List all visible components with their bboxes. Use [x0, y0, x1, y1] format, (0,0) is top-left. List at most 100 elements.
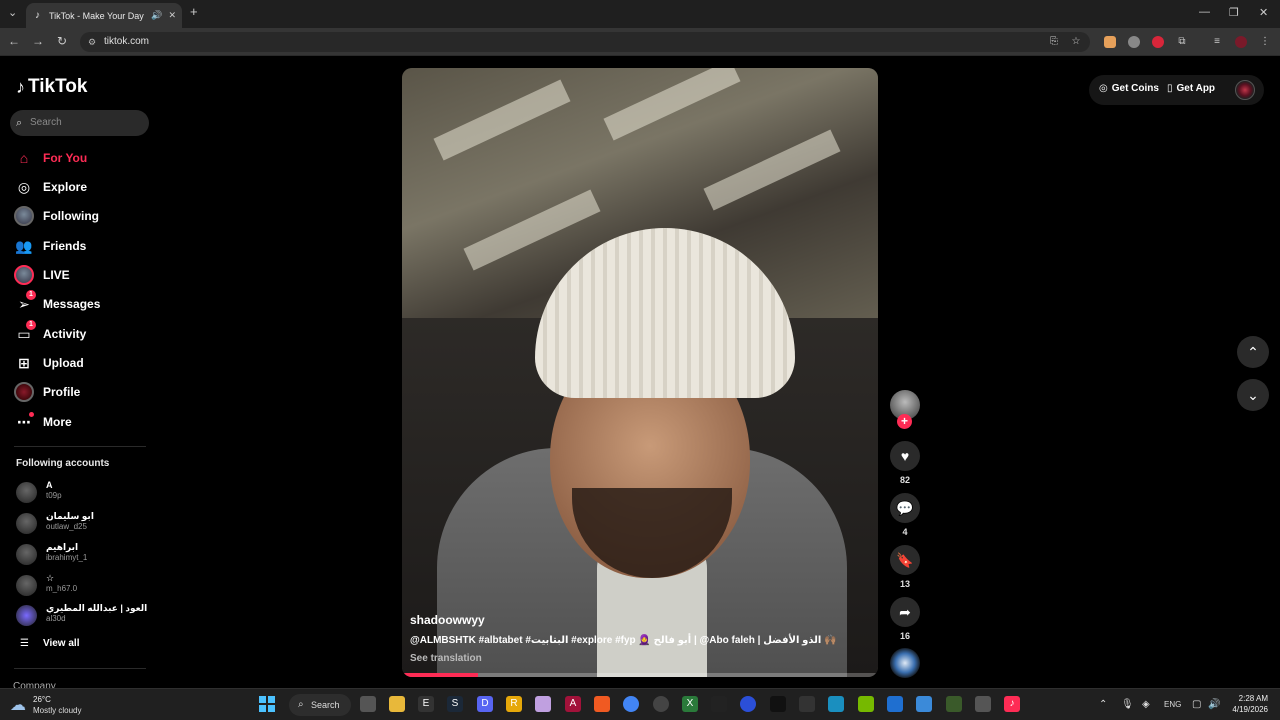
- tray-app-icon[interactable]: ◈: [1142, 699, 1150, 710]
- nav-for-you[interactable]: ⌂ For You: [14, 147, 87, 169]
- app-icon[interactable]: [975, 696, 991, 712]
- epic-games-icon[interactable]: E: [418, 696, 434, 712]
- app-icon[interactable]: [535, 696, 551, 712]
- app-icon[interactable]: [653, 696, 669, 712]
- following-account[interactable]: ابو سليمان outlaw_d25: [16, 511, 156, 539]
- tab-audio-icon[interactable]: 🔊: [151, 10, 162, 21]
- nav-explore[interactable]: ◎ Explore: [14, 176, 87, 198]
- address-bar[interactable]: ⚙ tiktok.com: [80, 32, 1090, 52]
- account-name: ابو سليمان: [46, 511, 94, 521]
- account-handle: ibrahimyt_1: [46, 553, 88, 562]
- nav-friends[interactable]: 👥 Friends: [14, 235, 86, 257]
- search-input[interactable]: ⌕ Search: [10, 110, 149, 136]
- browser-menu-icon[interactable]: ⋮: [1259, 36, 1271, 48]
- nav-following[interactable]: Following: [14, 205, 99, 227]
- music-disc-icon[interactable]: [890, 648, 920, 678]
- share-icon: ➦: [890, 597, 920, 627]
- nav-live[interactable]: LIVE: [14, 264, 70, 286]
- chrome-icon[interactable]: [623, 696, 639, 712]
- compass-icon: ◎: [17, 178, 31, 195]
- steam-icon[interactable]: S: [447, 696, 463, 712]
- nav-profile[interactable]: Profile: [14, 381, 80, 403]
- app-icon[interactable]: [946, 696, 962, 712]
- video-username[interactable]: shadoowwyy: [410, 613, 485, 627]
- bookmark-star-icon[interactable]: ☆: [1070, 36, 1082, 48]
- previous-video-button[interactable]: ⌃: [1237, 336, 1269, 368]
- nav-messages[interactable]: ➢ 1 Messages: [14, 290, 100, 315]
- file-explorer-icon[interactable]: [389, 696, 405, 712]
- window-close-icon[interactable]: ✕: [1259, 6, 1268, 19]
- share-button[interactable]: ➦ 16: [889, 597, 921, 641]
- tiktok-favicon-icon: ♪: [35, 10, 40, 21]
- reload-icon[interactable]: ↻: [54, 34, 70, 48]
- following-account[interactable]: A t09p: [16, 480, 156, 508]
- taskbar-search[interactable]: ⌕ Search: [289, 694, 351, 716]
- weather-widget[interactable]: ☁ 26°C Mostly cloudy: [10, 693, 100, 717]
- logo-text: TikTok: [28, 76, 88, 97]
- avatar[interactable]: [1235, 80, 1255, 100]
- forward-icon[interactable]: →: [30, 34, 46, 48]
- following-account[interactable]: ابراهيم ibrahimyt_1: [16, 542, 156, 570]
- see-translation-link[interactable]: See translation: [410, 653, 482, 664]
- new-tab-icon[interactable]: +: [190, 4, 198, 19]
- tiktok-note-icon: ♪: [16, 76, 25, 97]
- profile-icon[interactable]: [1235, 36, 1247, 48]
- minimize-icon[interactable]: —: [1199, 6, 1210, 18]
- view-all-link[interactable]: ☰ View all: [20, 638, 79, 649]
- language-indicator[interactable]: ENG: [1164, 700, 1181, 709]
- get-app-button[interactable]: ▯ Get App: [1167, 83, 1215, 94]
- volume-icon[interactable]: 🔊: [1208, 699, 1220, 710]
- following-account[interactable]: العود | عبدالله المطيري al30d: [16, 603, 156, 631]
- back-icon[interactable]: ←: [6, 34, 22, 48]
- nvidia-icon[interactable]: [858, 696, 874, 712]
- app-icon[interactable]: [711, 696, 727, 712]
- avatar: [16, 605, 37, 626]
- app-icon[interactable]: [740, 696, 756, 712]
- app-icon[interactable]: [828, 696, 844, 712]
- following-account[interactable]: ☆ m_h67.0: [16, 573, 156, 601]
- avatar: [16, 544, 37, 565]
- next-video-button[interactable]: ⌄: [1237, 379, 1269, 411]
- tab-close-icon[interactable]: ✕: [168, 10, 176, 21]
- brave-icon[interactable]: [594, 696, 610, 712]
- restore-icon[interactable]: ❐: [1229, 6, 1239, 19]
- discord-icon[interactable]: D: [477, 696, 493, 712]
- extension-icon[interactable]: [1104, 36, 1116, 48]
- like-button[interactable]: ♥ 82: [889, 441, 921, 485]
- task-view-icon[interactable]: [360, 696, 376, 712]
- get-coins-button[interactable]: ◎ Get Coins: [1099, 83, 1159, 94]
- extensions-puzzle-icon[interactable]: ⧉: [1176, 36, 1188, 48]
- site-info-icon[interactable]: ⚙: [88, 32, 96, 52]
- app-icon[interactable]: [799, 696, 815, 712]
- app-icon[interactable]: [916, 696, 932, 712]
- media-controls-icon[interactable]: ≡: [1211, 36, 1223, 48]
- tiktok-logo[interactable]: ♪ TikTok: [16, 76, 87, 98]
- tiktok-taskbar-icon[interactable]: ♪: [1004, 696, 1020, 712]
- follow-plus-icon[interactable]: +: [897, 414, 912, 429]
- nav-activity[interactable]: ▭ 1 Activity: [14, 320, 86, 345]
- shield-extension-icon[interactable]: [1128, 36, 1140, 48]
- app-icon[interactable]: [770, 696, 786, 712]
- browser-tab[interactable]: ♪ TikTok - Make Your Day 🔊 ✕: [26, 3, 182, 28]
- app-icon[interactable]: A: [565, 696, 581, 712]
- network-icon[interactable]: ▢: [1192, 699, 1201, 710]
- tray-overflow-icon[interactable]: ⌃: [1099, 699, 1107, 710]
- microphone-icon[interactable]: 🎙: [1121, 699, 1134, 710]
- red-extension-icon[interactable]: [1152, 36, 1164, 48]
- nav-upload[interactable]: ⊞ Upload: [14, 352, 84, 374]
- windows-start-icon[interactable]: [259, 696, 275, 712]
- account-handle: al30d: [46, 614, 66, 623]
- excel-icon[interactable]: X: [682, 696, 698, 712]
- install-app-icon[interactable]: ⎘: [1048, 36, 1060, 48]
- nav-label: For You: [43, 151, 88, 165]
- rockstar-icon[interactable]: R: [506, 696, 522, 712]
- tab-search-icon[interactable]: ⌄: [8, 6, 17, 19]
- nav-more[interactable]: ⋯ More: [14, 411, 72, 433]
- video-progress-bar[interactable]: [402, 673, 878, 677]
- save-button[interactable]: 🔖 13: [889, 545, 921, 589]
- taskbar-clock[interactable]: 2:28 AM 4/19/2026: [1224, 693, 1268, 715]
- app-icon[interactable]: [887, 696, 903, 712]
- video-player[interactable]: shadoowwyy @ALMBSHTK #albtabet #البتابيت…: [402, 68, 878, 677]
- comment-button[interactable]: 💬 4: [889, 493, 921, 537]
- avatar: [16, 513, 37, 534]
